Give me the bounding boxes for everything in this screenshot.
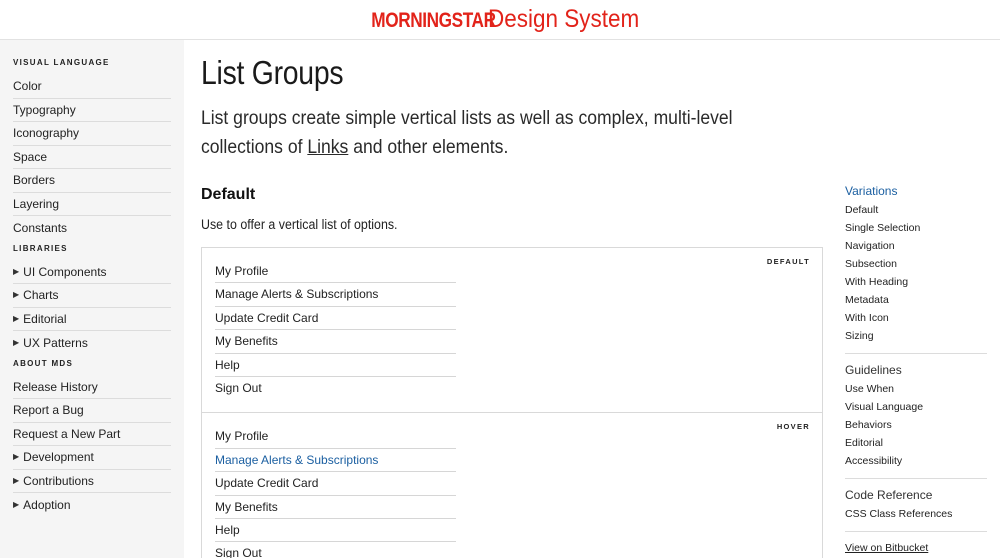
- sidebar-item-label: UI Components: [23, 264, 107, 279]
- sidebar-item-label: Iconography: [13, 126, 80, 141]
- toc-item-css-class-references[interactable]: CSS Class References: [845, 505, 987, 523]
- sidebar-item-ux-patterns[interactable]: ▶ UX Patterns: [13, 331, 171, 355]
- state-label: Hover: [776, 422, 810, 432]
- toc-item-accessibility[interactable]: Accessibility: [845, 452, 987, 470]
- sidebar-item-adoption[interactable]: ▶ Adoption: [13, 493, 171, 517]
- toc-item-sizing[interactable]: Sizing: [845, 327, 987, 345]
- sidebar-item-typography[interactable]: Typography: [13, 99, 171, 122]
- sidebar-item-borders[interactable]: Borders: [13, 169, 171, 193]
- sidebar-item-label: Layering: [13, 196, 60, 211]
- toc-item-behaviors[interactable]: Behaviors: [845, 416, 987, 434]
- sidebar-item-label: UX Patterns: [23, 335, 88, 350]
- toc-item-subsection[interactable]: Subsection: [845, 255, 987, 273]
- section-description: Use to offer a vertical list of options.: [201, 217, 398, 232]
- sidebar-item-space[interactable]: Space: [13, 146, 171, 169]
- demo-panel-default: Default My Profile Manage Alerts & Subscri…: [202, 248, 822, 414]
- toc-divider: [845, 478, 987, 479]
- toc-item-default[interactable]: Default: [845, 201, 987, 219]
- intro-text-after: and other elements.: [348, 136, 509, 158]
- site-header: MORNINGSTAR Design System: [0, 0, 1000, 40]
- sidebar-item-color[interactable]: Color: [13, 75, 171, 99]
- list-group-item[interactable]: My Profile: [215, 425, 456, 449]
- toc-item-metadata[interactable]: Metadata: [845, 291, 987, 309]
- main-content: List Groups List groups create simple ve…: [201, 40, 831, 558]
- sidebar-item-label: Color: [13, 79, 42, 94]
- sidebar-item-label: Report a Bug: [13, 403, 84, 418]
- expand-caret-icon[interactable]: ▶: [13, 261, 19, 283]
- toc-heading-guidelines[interactable]: Guidelines: [845, 361, 987, 379]
- site-name[interactable]: Design System: [488, 5, 639, 34]
- sidebar-item-label: Adoption: [23, 497, 71, 512]
- sidebar-item-label: Charts: [23, 288, 59, 303]
- toc-divider: [845, 353, 987, 354]
- sidebar-item-label: Editorial: [23, 311, 67, 326]
- nav-heading: Visual Language: [13, 58, 110, 67]
- list-group-item[interactable]: Update Credit Card: [215, 307, 456, 331]
- sidebar-item-iconography[interactable]: Iconography: [13, 122, 171, 146]
- page-title: List Groups: [201, 54, 344, 91]
- morningstar-logo[interactable]: MORNINGSTAR: [371, 9, 496, 33]
- toc-heading-code-reference[interactable]: Code Reference: [845, 486, 987, 504]
- expand-caret-icon[interactable]: ▶: [13, 284, 19, 306]
- toc-item-use-when[interactable]: Use When: [845, 380, 987, 398]
- nav-section-about-mds: About MDS Release History Report a Bug Requ…: [13, 359, 172, 517]
- expand-caret-icon[interactable]: ▶: [13, 332, 19, 354]
- toc-heading-variations[interactable]: Variations: [845, 182, 987, 200]
- sidebar-item-layering[interactable]: Layering: [13, 193, 171, 216]
- sidebar-item-ui-components[interactable]: ▶ UI Components: [13, 261, 171, 284]
- list-group-item[interactable]: Sign Out: [215, 542, 456, 558]
- expand-caret-icon[interactable]: ▶: [13, 308, 19, 330]
- nav-section-libraries: Libraries ▶ UI Components ▶ Charts ▶ Editorial…: [13, 244, 172, 355]
- expand-caret-icon[interactable]: ▶: [13, 494, 19, 516]
- brand[interactable]: MORNINGSTAR Design System: [344, 5, 656, 34]
- nav-section-visual-language: Visual Language Color Typography Iconograph…: [13, 58, 172, 240]
- toc-item-single-selection[interactable]: Single Selection: [845, 219, 987, 237]
- sidebar-item-development[interactable]: ▶ Development: [13, 446, 171, 470]
- sidebar-nav: Visual Language Color Typography Iconograph…: [0, 40, 184, 558]
- sidebar-item-label: Constants: [13, 220, 68, 235]
- toc-item-visual-language[interactable]: Visual Language: [845, 398, 987, 416]
- sidebar-item-label: Contributions: [23, 473, 94, 488]
- list-group-item[interactable]: Manage Alerts & Subscriptions: [215, 283, 456, 307]
- page-intro: List groups create simple vertical lists…: [201, 104, 777, 162]
- expand-caret-icon[interactable]: ▶: [13, 470, 19, 492]
- sidebar-item-charts[interactable]: ▶ Charts: [13, 284, 171, 308]
- links-link[interactable]: Links: [307, 136, 348, 158]
- nav-heading: About MDS: [13, 358, 74, 368]
- expand-caret-icon[interactable]: ▶: [13, 446, 19, 468]
- section-title-default: Default: [201, 186, 256, 203]
- list-group-item[interactable]: Sign Out: [215, 377, 456, 400]
- list-group-item[interactable]: Update Credit Card: [215, 472, 456, 496]
- list-group-item[interactable]: Help: [215, 519, 456, 543]
- list-group-item[interactable]: My Benefits: [215, 330, 456, 354]
- sidebar-item-contributions[interactable]: ▶ Contributions: [13, 470, 171, 493]
- demo-panel-hover: Hover My Profile Manage Alerts & Subscript…: [202, 413, 822, 558]
- sidebar-item-editorial[interactable]: ▶ Editorial: [13, 308, 171, 331]
- sidebar-item-request-a-new-part[interactable]: Request a New Part: [13, 423, 171, 446]
- sidebar-item-constants[interactable]: Constants: [13, 216, 171, 240]
- toc-item-navigation[interactable]: Navigation: [845, 237, 987, 255]
- sidebar-item-label: Typography: [13, 102, 76, 117]
- list-group-item[interactable]: My Benefits: [215, 496, 456, 519]
- page-toc: Variations Default Single Selection Navigat…: [845, 182, 987, 558]
- sidebar-item-label: Release History: [13, 379, 98, 394]
- sidebar-item-label: Space: [13, 149, 48, 164]
- sidebar-item-label: Development: [23, 450, 94, 465]
- list-group-item[interactable]: Manage Alerts & Subscriptions: [215, 449, 456, 473]
- sidebar-item-report-a-bug[interactable]: Report a Bug: [13, 399, 171, 423]
- list-group-item[interactable]: Help: [215, 354, 456, 377]
- toc-item-editorial[interactable]: Editorial: [845, 434, 987, 452]
- toc-divider: [845, 531, 987, 532]
- sidebar-item-label: Request a New Part: [13, 426, 121, 441]
- toc-link-view-on-bitbucket[interactable]: View on Bitbucket: [845, 539, 987, 557]
- state-label: Default: [766, 257, 810, 266]
- toc-item-with-icon[interactable]: With Icon: [845, 309, 987, 327]
- demo-container: Default My Profile Manage Alerts & Subscri…: [201, 247, 823, 558]
- nav-heading: Libraries: [13, 243, 68, 253]
- list-group-item[interactable]: My Profile: [215, 260, 456, 284]
- toc-item-with-heading[interactable]: With Heading: [845, 273, 987, 291]
- sidebar-item-release-history[interactable]: Release History: [13, 376, 171, 399]
- sidebar-item-label: Borders: [13, 173, 56, 188]
